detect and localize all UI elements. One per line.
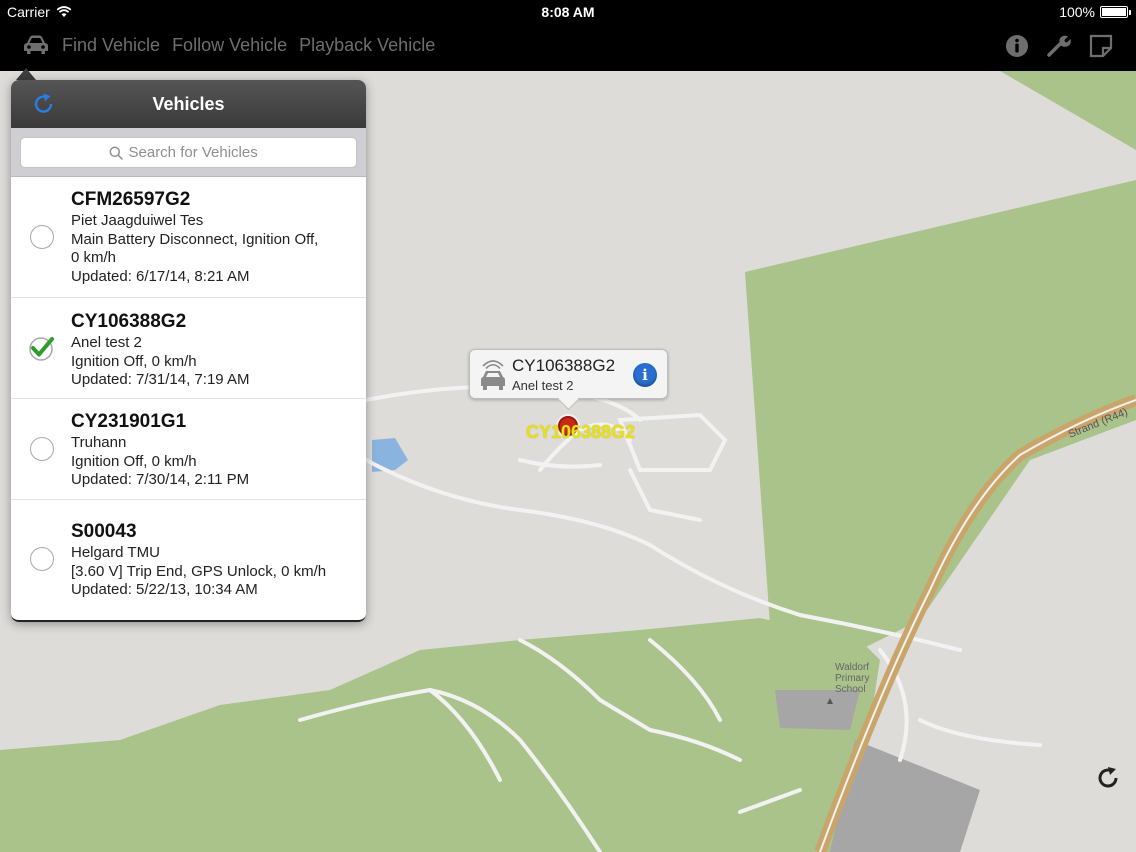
vehicle-info: CY231901G1 Truhann Ignition Off, 0 km/h … [71,410,249,490]
note-icon[interactable] [1088,33,1114,59]
radio-unselected[interactable] [30,547,54,571]
refresh-icon[interactable] [1094,764,1122,792]
vehicle-id: CY231901G1 [71,411,187,432]
car-icon[interactable] [22,34,50,56]
callout-subtitle: Anel test 2 [512,378,574,393]
status-bar: Carrier 8:08 AM 100% [0,0,1136,24]
vehicle-driver: Piet Jaagduiwel Tes [71,212,204,229]
vehicle-info: CY106388G2 Anel test 2 Ignition Off, 0 k… [71,310,249,390]
vehicle-driver: Truhann [71,434,127,451]
marker-label: CY106388G2 [526,422,636,442]
popover-pointer [16,68,36,80]
vehicle-status: Ignition Off, 0 km/h [71,352,197,370]
clock: 8:08 AM [541,4,595,20]
info-icon[interactable] [1004,33,1030,59]
search-bar [11,128,366,177]
popover-title: Vehicles [152,94,225,114]
vehicle-status: Main Battery Disconnect, Ignition Off, [71,230,319,248]
radio-unselected[interactable] [30,437,54,461]
callout-title: CY106388G2 [512,356,616,375]
tab-playback-vehicle[interactable]: Playback Vehicle [299,35,435,56]
vehicle-row[interactable]: CY106388G2 Anel test 2 Ignition Off, 0 k… [11,298,366,399]
vehicle-updated: Updated: 6/17/14, 8:21 AM [71,267,250,285]
checkmark-icon[interactable] [28,335,56,361]
vehicle-signal-icon [481,360,505,390]
wrench-icon[interactable] [1046,33,1072,59]
poi-label-line: Primary [835,673,869,684]
tab-find-vehicle[interactable]: Find Vehicle [62,35,160,56]
vehicle-id: CY106388G2 [71,311,187,332]
radio-unselected[interactable] [30,225,54,249]
vehicle-row[interactable]: S00043 Helgard TMU [3.60 V] Trip End, GP… [11,500,366,620]
vehicle-speed: 0 km/h [71,249,117,266]
poi-label-line: Waldorf [835,662,869,673]
vehicle-updated: Updated: 7/31/14, 7:19 AM [71,371,250,388]
search-input[interactable] [128,144,269,161]
poi-label-line: School [835,684,866,695]
school-grounds [775,690,860,730]
info-icon[interactable]: i [633,363,657,387]
battery-status: 100% [1059,4,1131,20]
vehicle-driver: Anel test 2 [71,334,142,351]
search-icon [109,146,123,160]
top-toolbar: Find Vehicle Follow Vehicle Playback Veh… [0,24,1136,71]
vehicle-row[interactable]: CY231901G1 Truhann Ignition Off, 0 km/h … [11,399,366,500]
vehicle-info: S00043 Helgard TMU [3.60 V] Trip End, GP… [71,520,326,600]
vehicle-id: S00043 [71,521,137,542]
vehicle-status: [3.60 V] Trip End, GPS Unlock, 0 km/h [71,562,327,580]
vehicle-status: Ignition Off, 0 km/h [71,452,197,470]
vehicle-info: CFM26597G2 Piet Jaagduiwel Tes Main Batt… [71,188,318,286]
tab-follow-vehicle[interactable]: Follow Vehicle [172,35,287,56]
vehicle-id: CFM26597G2 [71,189,191,210]
toolbar-nav: Find Vehicle Follow Vehicle Playback Veh… [22,34,435,56]
search-field-wrapper[interactable] [20,137,357,168]
toolbar-actions [1004,33,1114,59]
vehicle-driver: Helgard TMU [71,544,160,561]
vehicle-row[interactable]: CFM26597G2 Piet Jaagduiwel Tes Main Batt… [11,177,366,298]
vehicle-updated: Updated: 7/30/14, 2:11 PM [71,471,250,488]
vehicle-callout[interactable]: CY106388G2 Anel test 2 i [469,349,668,399]
vehicles-popover: Vehicles CFM26597G2 Piet Jaagduiwel Tes … [11,80,366,622]
battery-icon [1100,6,1131,18]
battery-percent: 100% [1059,4,1095,20]
vehicle-updated: Updated: 5/22/13, 10:34 AM [71,581,258,598]
popover-header: Vehicles [11,80,366,128]
